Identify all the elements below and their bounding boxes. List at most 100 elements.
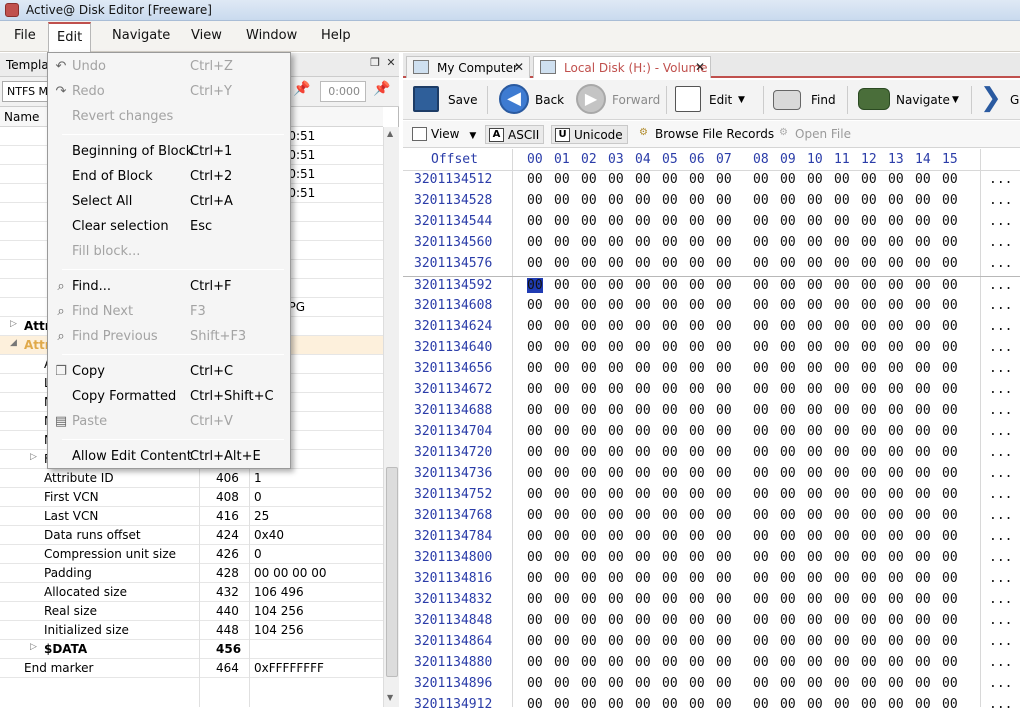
hex-byte[interactable]: 00 <box>662 340 678 355</box>
hex-byte[interactable]: 00 <box>942 613 958 628</box>
hex-row[interactable]: 3201134864 00 00 00 00 00 00 00 00 00 00 00 00 00 00 00… <box>403 633 1020 654</box>
ascii-text[interactable]: ... <box>989 592 1012 607</box>
hex-row[interactable]: 3201134688 00 00 00 00 00 00 00 00 00 00 00 00 00 00 00… <box>403 402 1020 423</box>
hex-byte[interactable]: 00 <box>753 676 769 691</box>
hex-byte[interactable]: 00 <box>888 445 904 460</box>
menu-item-paste[interactable]: ▤ Paste Ctrl+V <box>48 410 290 435</box>
hex-byte[interactable]: 00 <box>753 278 769 293</box>
hex-byte[interactable]: 00 <box>662 319 678 334</box>
hex-byte[interactable]: 00 <box>581 529 597 544</box>
ascii-text[interactable]: ... <box>989 278 1012 293</box>
hex-byte[interactable]: 00 <box>689 278 705 293</box>
hex-byte[interactable]: 00 <box>888 508 904 523</box>
hex-byte[interactable]: 00 <box>608 508 624 523</box>
hex-byte[interactable]: 00 <box>581 298 597 313</box>
hex-byte[interactable]: 00 <box>915 382 931 397</box>
hex-byte[interactable]: 00 <box>689 172 705 187</box>
hex-byte[interactable]: 00 <box>581 172 597 187</box>
template-row[interactable]: ▷ $DATA 456 <box>0 640 383 659</box>
hex-byte[interactable]: 00 <box>834 508 850 523</box>
hex-byte[interactable]: 00 <box>689 466 705 481</box>
hex-byte[interactable]: 00 <box>581 424 597 439</box>
hex-byte[interactable]: 00 <box>888 403 904 418</box>
hex-byte[interactable]: 00 <box>554 361 570 376</box>
column-name[interactable]: Name <box>4 110 39 124</box>
hex-byte[interactable]: 00 <box>942 193 958 208</box>
hex-byte[interactable]: 00 <box>942 571 958 586</box>
hex-byte[interactable]: 00 <box>861 172 877 187</box>
hex-byte[interactable]: 00 <box>527 214 543 229</box>
hex-row[interactable]: 3201134608 00 00 00 00 00 00 00 00 00 00 00 00 00 00 00… <box>403 297 1020 318</box>
hex-byte[interactable]: 00 <box>608 571 624 586</box>
hex-byte[interactable]: 00 <box>716 424 732 439</box>
ascii-text[interactable]: ... <box>989 445 1012 460</box>
hex-byte[interactable]: 00 <box>915 424 931 439</box>
menu-item-find[interactable]: ⌕ Find... Ctrl+F <box>48 275 290 300</box>
hex-byte[interactable]: 00 <box>834 193 850 208</box>
hex-byte[interactable]: 00 <box>662 193 678 208</box>
hex-byte[interactable]: 00 <box>753 613 769 628</box>
hex-byte[interactable]: 00 <box>942 172 958 187</box>
hex-byte[interactable]: 00 <box>689 445 705 460</box>
hex-byte[interactable]: 00 <box>608 193 624 208</box>
hex-byte[interactable]: 00 <box>780 403 796 418</box>
hex-byte[interactable]: 00 <box>915 466 931 481</box>
hex-byte[interactable]: 00 <box>780 571 796 586</box>
hex-byte[interactable]: 00 <box>807 655 823 670</box>
hex-byte[interactable]: 00 <box>861 382 877 397</box>
hex-byte[interactable]: 00 <box>888 214 904 229</box>
hex-byte[interactable]: 00 <box>834 487 850 502</box>
hex-byte[interactable]: 00 <box>753 466 769 481</box>
hex-byte[interactable]: 00 <box>915 214 931 229</box>
ascii-text[interactable]: ... <box>989 529 1012 544</box>
hex-byte[interactable]: 00 <box>780 697 796 712</box>
hex-byte[interactable]: 00 <box>807 466 823 481</box>
save-button[interactable]: Save <box>413 84 477 116</box>
template-row[interactable]: Last VCN 416 25 <box>0 507 383 526</box>
ascii-text[interactable]: ... <box>989 361 1012 376</box>
hex-byte[interactable]: 00 <box>716 529 732 544</box>
template-row[interactable]: First VCN 408 0 <box>0 488 383 507</box>
hex-byte[interactable]: 00 <box>888 487 904 502</box>
hex-byte[interactable]: 00 <box>608 529 624 544</box>
hex-byte[interactable]: 00 <box>861 655 877 670</box>
hex-byte[interactable]: 00 <box>753 256 769 271</box>
hex-byte[interactable]: 00 <box>689 487 705 502</box>
hex-byte[interactable]: 00 <box>861 214 877 229</box>
menu-item-copy[interactable]: ❐ Copy Ctrl+C <box>48 360 290 385</box>
hex-row[interactable]: 3201134560 00 00 00 00 00 00 00 00 00 00 00 00 00 00 00… <box>403 234 1020 255</box>
hex-byte[interactable]: 00 <box>807 697 823 712</box>
hex-byte[interactable]: 00 <box>554 466 570 481</box>
hex-byte[interactable]: 00 <box>608 319 624 334</box>
menu-item-redo[interactable]: ↷ Redo Ctrl+Y <box>48 80 290 105</box>
hex-byte[interactable]: 00 <box>554 487 570 502</box>
hex-byte[interactable]: 00 <box>753 634 769 649</box>
view-dropdown[interactable]: View ▼ <box>409 125 480 144</box>
hex-byte[interactable]: 00 <box>581 340 597 355</box>
ascii-text[interactable]: ... <box>989 403 1012 418</box>
hex-byte[interactable]: 00 <box>635 403 651 418</box>
hex-byte[interactable]: 00 <box>888 172 904 187</box>
hex-byte[interactable]: 00 <box>527 235 543 250</box>
hex-byte[interactable]: 00 <box>662 487 678 502</box>
hex-byte[interactable]: 00 <box>635 193 651 208</box>
hex-byte[interactable]: 00 <box>942 550 958 565</box>
hex-byte[interactable]: 00 <box>834 571 850 586</box>
hex-byte[interactable]: 00 <box>581 466 597 481</box>
hex-byte[interactable]: 00 <box>888 676 904 691</box>
hex-byte[interactable]: 00 <box>635 466 651 481</box>
hex-byte[interactable]: 00 <box>581 193 597 208</box>
hex-byte[interactable]: 00 <box>915 550 931 565</box>
hex-row[interactable]: 3201134704 00 00 00 00 00 00 00 00 00 00 00 00 00 00 00… <box>403 423 1020 444</box>
hex-byte[interactable]: 00 <box>716 550 732 565</box>
template-row[interactable]: Compression unit size 426 0 <box>0 545 383 564</box>
browse-file-records-button[interactable]: ⚙ Browse File Records <box>633 125 778 144</box>
menu-item-fill-block[interactable]: Fill block... <box>48 240 290 265</box>
hex-byte[interactable]: 00 <box>753 571 769 586</box>
hex-byte[interactable]: 00 <box>635 592 651 607</box>
hex-byte[interactable]: 00 <box>915 634 931 649</box>
hex-byte[interactable]: 00 <box>689 697 705 712</box>
hex-byte[interactable]: 00 <box>635 361 651 376</box>
hex-byte[interactable]: 00 <box>716 214 732 229</box>
hex-byte[interactable]: 00 <box>942 592 958 607</box>
